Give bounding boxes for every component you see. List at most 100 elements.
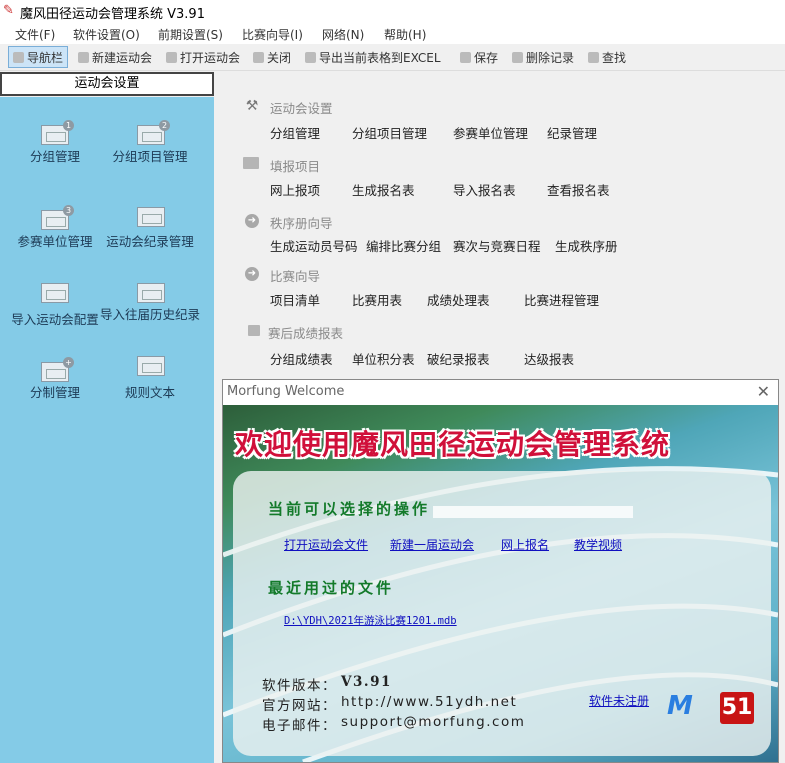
version-label: 软件版本：: [262, 678, 337, 694]
sidebar-item-label: 规则文本: [124, 385, 175, 400]
section-item[interactable]: 网上报项: [270, 180, 320, 199]
badge: 3: [63, 205, 74, 216]
menu-network[interactable]: 网络(N): [322, 26, 364, 43]
tutorial-video-link[interactable]: 教学视频: [574, 536, 622, 553]
menu-software-settings[interactable]: 软件设置(O): [73, 26, 140, 43]
sidebar-header[interactable]: 运动会设置: [0, 72, 214, 96]
welcome-banner: 欢迎使用魔风田径运动会管理系统: [235, 428, 671, 461]
section-item[interactable]: 分组成绩表: [270, 349, 333, 368]
table-icon: 3: [41, 205, 74, 230]
sidebar-item-label: 导入往届历史纪录: [100, 307, 201, 322]
menu-pre-settings[interactable]: 前期设置(S): [158, 26, 223, 43]
email-value: support@morfung.com: [341, 714, 526, 730]
table-icon: [243, 157, 259, 169]
sidebar-item-label: 分制管理: [29, 385, 80, 400]
unregistered-link[interactable]: 软件未注册: [589, 692, 649, 709]
save-icon: [460, 52, 471, 63]
menu-file[interactable]: 文件(F): [15, 26, 55, 43]
section-item[interactable]: 生成报名表: [352, 180, 415, 199]
section-heading: 运动会设置: [270, 101, 333, 116]
section-item[interactable]: 赛次与竞赛日程: [453, 236, 541, 255]
sidebar: 1 分组管理 2 分组项目管理 3 参赛单位管理 运动会纪录管理 导入运动会配置 导入…: [0, 97, 214, 763]
sidebar-item-label: 导入运动会配置: [11, 312, 99, 327]
sidebar-item-label: 分组管理: [29, 149, 80, 164]
section-item[interactable]: 成绩处理表: [427, 290, 490, 309]
menu-help[interactable]: 帮助(H): [384, 26, 426, 43]
recent-file-link[interactable]: D:\YDH\2021年游泳比赛1201.mdb: [284, 613, 457, 628]
section-item[interactable]: 项目清单: [270, 290, 320, 309]
section-item[interactable]: 单位积分表: [352, 349, 415, 368]
sidebar-item-label: 运动会纪录管理: [106, 234, 194, 249]
close-icon[interactable]: ✕: [757, 382, 770, 401]
arrow-right-circle-icon: ➜: [245, 267, 259, 281]
dialog-body: 欢迎使用魔风田径运动会管理系统 当前可以选择的操作 打开运动会文件 新建一届运动…: [223, 405, 778, 762]
import-table-icon: [137, 283, 165, 303]
nav-label: 导航栏: [27, 50, 64, 65]
open-meet-file-link[interactable]: 打开运动会文件: [284, 536, 368, 553]
search-icon: [13, 51, 24, 63]
export-label: 导出当前表格到EXCEL: [319, 51, 441, 65]
section-item[interactable]: 分组项目管理: [352, 123, 427, 142]
welcome-dialog: Morfung Welcome ✕ 欢迎使用魔风田径运动会管理系统 当前可以选择…: [222, 379, 779, 763]
trash-icon: [512, 52, 523, 63]
51ydh-logo: 51: [720, 692, 754, 724]
save-button[interactable]: 保存: [460, 49, 498, 66]
online-registration-link[interactable]: 网上报名: [501, 536, 549, 553]
section-item[interactable]: 纪录管理: [547, 123, 597, 142]
delete-label: 删除记录: [526, 51, 575, 65]
search-icon: [588, 52, 599, 63]
close-button[interactable]: 关闭: [253, 49, 291, 66]
report-icon: [248, 325, 260, 336]
save-label: 保存: [474, 51, 499, 65]
document-icon: [137, 356, 165, 376]
section-item[interactable]: 达级报表: [524, 349, 574, 368]
section-item[interactable]: 比赛进程管理: [524, 290, 599, 309]
folder-icon: [253, 52, 264, 63]
badge: +: [63, 357, 74, 368]
section-item[interactable]: 分组管理: [270, 123, 320, 142]
new-meet-button[interactable]: 新建运动会: [78, 49, 152, 66]
table-icon: 2: [137, 120, 170, 145]
window-title: 魔风田径运动会管理系统 V3.91: [20, 7, 205, 22]
site-label: 官方网站：: [262, 698, 337, 714]
section-item[interactable]: 生成运动员号码: [270, 236, 358, 255]
section-item[interactable]: 破纪录报表: [427, 349, 490, 368]
new-meet-label: 新建运动会: [92, 51, 153, 65]
email-label: 电子邮件：: [262, 718, 337, 734]
app-icon: ✎: [3, 3, 14, 18]
find-label: 查找: [602, 51, 627, 65]
open-meet-button[interactable]: 打开运动会: [166, 49, 240, 66]
section-heading: 填报项目: [270, 159, 321, 174]
menu-competition-wizard[interactable]: 比赛向导(I): [242, 26, 303, 43]
section-item[interactable]: 导入报名表: [453, 180, 516, 199]
new-file-icon: [78, 52, 89, 63]
section-item[interactable]: 生成秩序册: [555, 236, 618, 255]
toolbar: 导航栏 新建运动会 打开运动会 关闭 导出当前表格到EXCEL 保存 删除记录 …: [0, 44, 785, 71]
section-heading: 赛后成绩报表: [268, 326, 344, 341]
site-value: http://www.51ydh.net: [341, 694, 518, 710]
dialog-title: Morfung Welcome: [227, 384, 345, 399]
find-button[interactable]: 查找: [588, 49, 626, 66]
hurdle-bar: [433, 506, 633, 518]
export-excel-button[interactable]: 导出当前表格到EXCEL: [305, 49, 441, 66]
ops-heading: 当前可以选择的操作: [268, 500, 431, 518]
version-value: V3.91: [341, 674, 392, 690]
section-item[interactable]: 查看报名表: [547, 180, 610, 199]
section-item[interactable]: 参赛单位管理: [453, 123, 528, 142]
badge: 2: [159, 120, 170, 131]
import-table-icon: [41, 283, 69, 303]
table-icon: +: [41, 357, 74, 382]
folder-icon: [166, 52, 177, 63]
sidebar-item-label: 参赛单位管理: [17, 234, 93, 249]
table-icon: 1: [41, 120, 74, 145]
badge: 1: [63, 120, 74, 131]
new-meet-link[interactable]: 新建一届运动会: [390, 536, 474, 553]
section-item[interactable]: 比赛用表: [352, 290, 402, 309]
sidebar-item-label: 分组项目管理: [112, 149, 188, 164]
export-icon: [305, 52, 316, 63]
section-item[interactable]: 编排比赛分组: [366, 236, 441, 255]
nav-button[interactable]: 导航栏: [8, 46, 69, 68]
recent-heading: 最近用过的文件: [268, 579, 395, 597]
table-icon: [137, 207, 165, 227]
delete-record-button[interactable]: 删除记录: [512, 49, 574, 66]
